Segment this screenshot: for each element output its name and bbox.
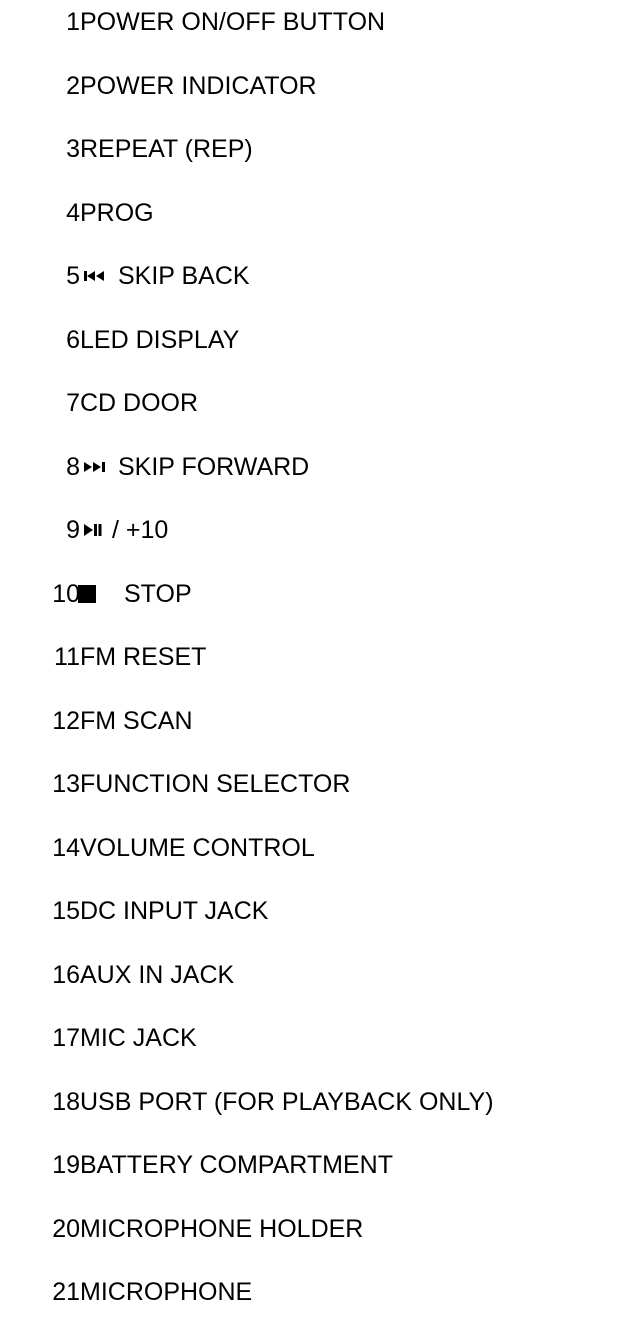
- item-label: AUX IN JACK: [80, 961, 235, 989]
- list-item: 3 REPEAT (REP): [0, 129, 630, 169]
- item-label: MIC JACK: [80, 1024, 197, 1052]
- list-item: 15 DC INPUT JACK: [0, 891, 630, 931]
- list-item: 6 LED DISPLAY: [0, 320, 630, 360]
- list-item: 2 POWER INDICATOR: [0, 66, 630, 106]
- list-item: 11 FM RESET: [0, 637, 630, 677]
- item-number: 9: [66, 516, 80, 544]
- item-label: / +10: [112, 516, 169, 544]
- list-item: 1 POWER ON/OFF BUTTON: [0, 2, 630, 42]
- item-number: 10: [52, 580, 80, 608]
- item-label: USB PORT (FOR PLAYBACK ONLY): [80, 1088, 494, 1116]
- item-number: 20: [52, 1215, 80, 1243]
- list-item: 14 VOLUME CONTROL: [0, 828, 630, 868]
- item-number: 11: [54, 643, 80, 671]
- list-item: 10 STOP: [0, 574, 630, 614]
- list-item: 18 USB PORT (FOR PLAYBACK ONLY): [0, 1082, 630, 1122]
- list-item: 12 FM SCAN: [0, 701, 630, 741]
- item-number: 12: [52, 707, 80, 735]
- list-item: 13 FUNCTION SELECTOR: [0, 764, 630, 804]
- item-number: 16: [52, 961, 80, 989]
- item-label: REPEAT (REP): [80, 135, 253, 163]
- item-label: FM RESET: [80, 643, 207, 671]
- item-number: 8: [66, 453, 80, 481]
- item-label: SKIP BACK: [118, 262, 250, 290]
- list-item: 17 MIC JACK: [0, 1018, 630, 1058]
- skip-back-icon: [84, 271, 106, 281]
- item-label: CD DOOR: [80, 389, 199, 417]
- item-number: 21: [52, 1278, 80, 1306]
- item-label: FUNCTION SELECTOR: [80, 770, 351, 798]
- item-label: MICROPHONE HOLDER: [80, 1215, 364, 1243]
- item-number: 6: [66, 326, 80, 354]
- list-item: 21 MICROPHONE: [0, 1272, 630, 1312]
- item-number: 4: [66, 199, 80, 227]
- item-label: FM SCAN: [80, 707, 193, 735]
- list-item: 7 CD DOOR: [0, 383, 630, 423]
- item-label: MICROPHONE: [80, 1278, 253, 1306]
- item-number: 1: [66, 8, 80, 36]
- stop-icon: [78, 585, 96, 603]
- item-number: 13: [52, 770, 80, 798]
- item-number: 15: [52, 897, 80, 925]
- item-number: 18: [52, 1088, 80, 1116]
- list-item: 8 SKIP FORWARD: [0, 447, 630, 487]
- item-label: STOP: [124, 580, 192, 608]
- item-label: PROG: [80, 199, 154, 227]
- list-item: 20 MICROPHONE HOLDER: [0, 1209, 630, 1249]
- item-number: 19: [52, 1151, 80, 1179]
- item-label: BATTERY COMPARTMENT: [80, 1151, 394, 1179]
- list-item: 9 / +10: [0, 510, 630, 550]
- item-number: 14: [52, 834, 80, 862]
- skip-forward-icon: [84, 462, 106, 472]
- item-label: DC INPUT JACK: [80, 897, 269, 925]
- play-pause-icon: [84, 524, 102, 536]
- item-label: SKIP FORWARD: [118, 453, 310, 481]
- list-item: 16 AUX IN JACK: [0, 955, 630, 995]
- item-label: POWER ON/OFF BUTTON: [80, 8, 386, 36]
- list-item: 4 PROG: [0, 193, 630, 233]
- item-label: POWER INDICATOR: [80, 72, 317, 100]
- list-item: 5 SKIP BACK: [0, 256, 630, 296]
- item-number: 7: [66, 389, 80, 417]
- item-number: 5: [66, 262, 80, 290]
- item-number: 3: [66, 135, 80, 163]
- list-item: 19 BATTERY COMPARTMENT: [0, 1145, 630, 1185]
- item-label: LED DISPLAY: [80, 326, 240, 354]
- item-number: 2: [66, 72, 80, 100]
- item-number: 17: [52, 1024, 80, 1052]
- item-label: VOLUME CONTROL: [80, 834, 315, 862]
